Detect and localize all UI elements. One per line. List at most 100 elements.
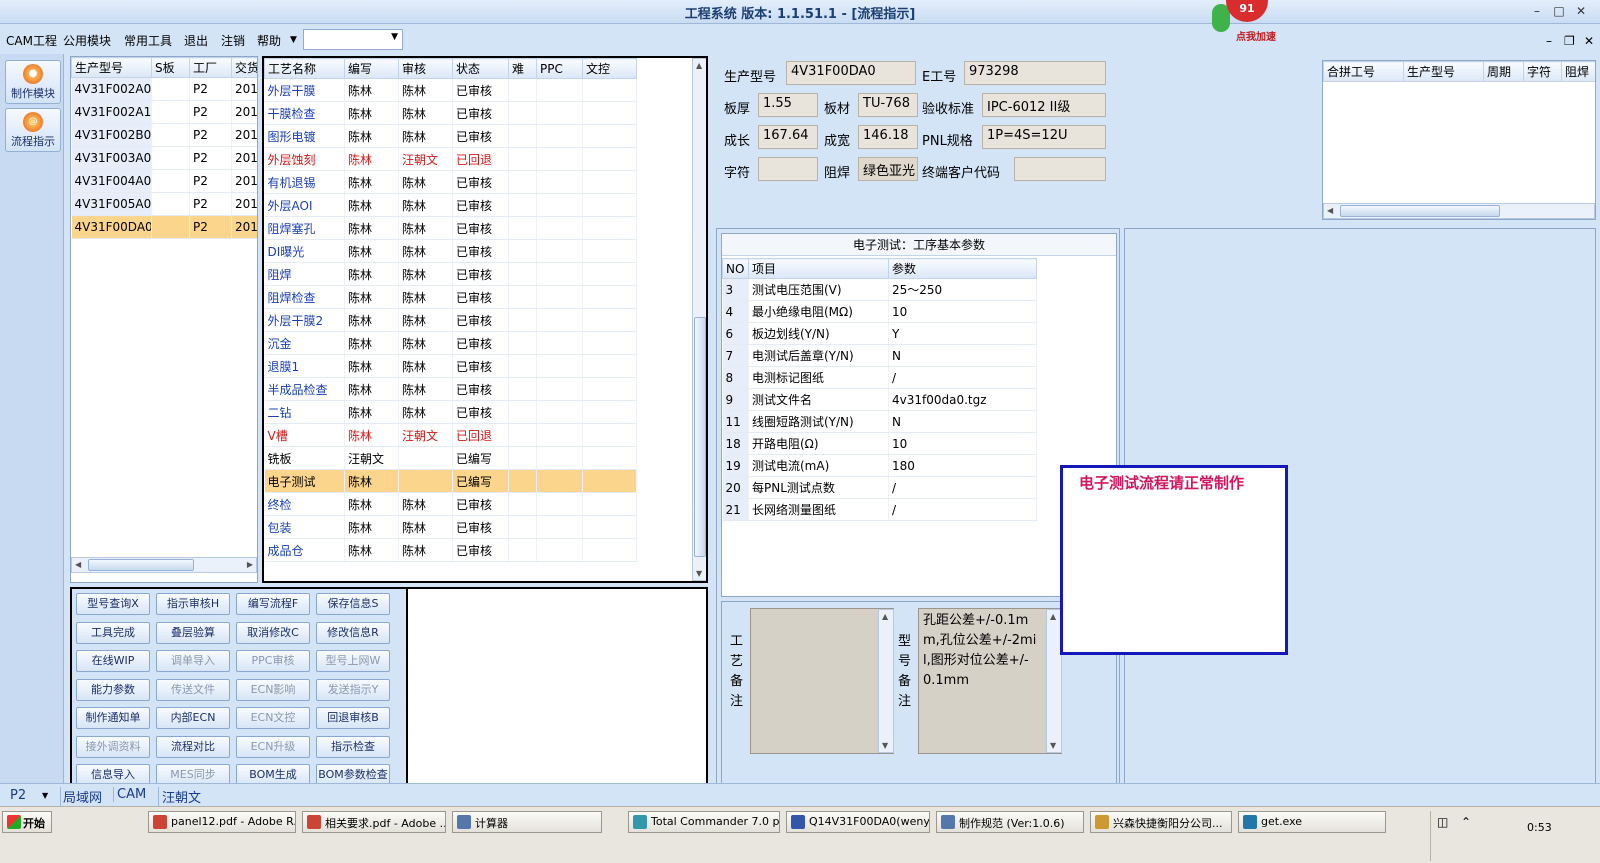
table-row[interactable]: 4V31F002B0 P2 201 xyxy=(71,123,257,147)
action-button[interactable]: ECN文控 xyxy=(236,707,310,729)
customer-field[interactable] xyxy=(1014,157,1106,181)
material-field[interactable]: TU-768 xyxy=(858,93,918,117)
action-button[interactable]: 修改信息R xyxy=(316,621,390,644)
scroll-left-icon[interactable]: ◀ xyxy=(1327,206,1333,215)
combined-hscroll[interactable]: ◀ xyxy=(1323,203,1595,219)
table-row[interactable]: 电子测试 陈林 已编写 xyxy=(264,469,637,493)
table-row[interactable]: 半成品检查 陈林 陈林 已审核 xyxy=(264,377,637,401)
col-delivery[interactable]: 交货 xyxy=(231,57,257,78)
minimize-icon[interactable]: – xyxy=(1528,3,1546,19)
table-row[interactable]: 21 长网络测量图纸 / xyxy=(722,498,1037,521)
taskbar-item[interactable]: 兴森快捷衡阳分公司... xyxy=(1090,811,1232,833)
thickness-field[interactable]: 1.55 xyxy=(758,93,818,117)
taskbar-item[interactable]: 相关要求.pdf - Adobe ... xyxy=(302,811,446,833)
scroll-down-icon[interactable]: ▼ xyxy=(882,741,888,750)
col-difficulty[interactable]: 难 xyxy=(508,58,537,79)
menu-common-modules[interactable]: 公用模块 xyxy=(63,32,111,49)
action-button[interactable]: 指示审核H xyxy=(156,593,230,615)
col-writer[interactable]: 编写 xyxy=(344,58,399,79)
table-row[interactable]: DI曝光 陈林 陈林 已审核 xyxy=(264,239,637,263)
action-button[interactable]: 在线WIP xyxy=(76,650,150,672)
factory-select[interactable]: P2 ▼ xyxy=(4,786,52,806)
action-button[interactable]: 传送文件 xyxy=(156,678,230,701)
process-note-field[interactable] xyxy=(750,608,894,754)
scroll-up-icon[interactable]: ▲ xyxy=(1050,612,1056,621)
mdi-minimize-icon[interactable]: – xyxy=(1546,34,1552,48)
table-row[interactable]: 4V31F002A0 P2 201 xyxy=(71,77,257,101)
table-row[interactable]: 11 线圈短路测试(Y/N) N xyxy=(722,410,1037,433)
action-button[interactable]: 叠层验算 xyxy=(156,621,230,644)
taskbar-item[interactable]: 制作规范 (Ver:1.0.6) xyxy=(936,811,1084,833)
table-row[interactable]: 二钻 陈林 陈林 已审核 xyxy=(264,400,637,424)
table-row[interactable]: 铣板 汪朝文 已编写 xyxy=(264,446,637,470)
table-row[interactable]: 沉金 陈林 陈林 已审核 xyxy=(264,331,637,355)
scroll-up-icon[interactable]: ▲ xyxy=(696,61,702,70)
action-button[interactable]: 能力参数 xyxy=(76,678,150,701)
table-row[interactable]: 4V31F004A0 P2 201 xyxy=(71,169,257,193)
close-icon[interactable]: ✕ xyxy=(1572,3,1590,19)
action-button[interactable]: 型号查询X xyxy=(76,593,150,615)
table-row[interactable]: 终检 陈林 陈林 已审核 xyxy=(264,492,637,516)
col-doc-control[interactable]: 文控 xyxy=(582,58,637,79)
col-item[interactable]: 项目 xyxy=(748,258,889,279)
char-field[interactable] xyxy=(758,157,818,181)
table-row[interactable]: 成品仓 陈林 陈林 已审核 xyxy=(264,538,637,562)
table-row[interactable]: 4 最小绝缘电阻(MΩ) 10 xyxy=(722,300,1037,323)
action-button[interactable]: 取消修改C xyxy=(236,621,310,644)
eno-field[interactable]: 973298 xyxy=(964,61,1106,85)
taskbar-item[interactable]: Q14V31F00DA0(wenyh... xyxy=(786,811,930,833)
maximize-icon[interactable]: □ xyxy=(1550,3,1568,19)
table-row[interactable]: 外层干膜2 陈林 陈林 已审核 xyxy=(264,308,637,332)
table-row[interactable]: 7 电测试后盖章(Y/N) N xyxy=(722,344,1037,367)
process-list-vscroll[interactable]: ▲ ▼ xyxy=(692,58,706,581)
sidebar-item-flow-guide[interactable]: ◎ 流程指示 xyxy=(5,108,61,152)
table-row[interactable]: 图形电镀 陈林 陈林 已审核 xyxy=(264,124,637,148)
col-s-board[interactable]: S板 xyxy=(151,57,190,78)
action-button[interactable]: 编写流程F xyxy=(236,593,310,615)
table-row[interactable]: 阻焊检查 陈林 陈林 已审核 xyxy=(264,285,637,309)
taskbar-item[interactable]: 计算器 xyxy=(452,811,602,833)
table-row[interactable]: 6 板边划线(Y/N) Y xyxy=(722,322,1037,345)
table-row[interactable]: 阻焊塞孔 陈林 陈林 已审核 xyxy=(264,216,637,240)
model-list-hscroll[interactable]: ◀ ▶ xyxy=(71,557,257,573)
table-row[interactable]: 包装 陈林 陈林 已审核 xyxy=(264,515,637,539)
col-combined-job[interactable]: 合拼工号 xyxy=(1323,61,1404,82)
action-button[interactable]: 工具完成 xyxy=(76,621,150,644)
mask-field[interactable]: 绿色亚光 xyxy=(858,157,918,181)
col-no[interactable]: NO xyxy=(722,258,749,279)
scroll-down-icon[interactable]: ▼ xyxy=(696,569,702,578)
col-status[interactable]: 状态 xyxy=(452,58,509,79)
action-button[interactable]: 调单导入 xyxy=(156,650,230,672)
col-model[interactable]: 生产型号 xyxy=(71,57,152,78)
col-period[interactable]: 周期 xyxy=(1483,61,1524,82)
mdi-restore-icon[interactable]: ❐ xyxy=(1564,34,1575,48)
action-button[interactable]: ECN升级 xyxy=(236,735,310,758)
tray-icon[interactable]: ◫ xyxy=(1437,815,1448,829)
table-row[interactable]: 8 电测标记图纸 / xyxy=(722,366,1037,389)
table-row[interactable]: 退膜1 陈林 陈林 已审核 xyxy=(264,354,637,378)
sidebar-item-make-module[interactable]: ● 制作模块 xyxy=(5,60,61,104)
menu-cam[interactable]: CAM工程 xyxy=(6,32,57,49)
mdi-close-icon[interactable]: ✕ xyxy=(1584,34,1594,48)
width-field[interactable]: 146.18 xyxy=(858,125,918,149)
model-field[interactable]: 4V31F00DA0 xyxy=(786,61,916,85)
process-note-vscroll[interactable]: ▲ ▼ xyxy=(878,609,894,753)
action-button[interactable]: 保存信息S xyxy=(316,593,390,615)
taskbar-item[interactable]: panel12.pdf - Adobe R... xyxy=(148,811,296,833)
table-row[interactable]: 3 测试电压范围(V) 25～250 xyxy=(722,278,1037,301)
table-row[interactable]: 19 测试电流(mA) 180 xyxy=(722,454,1037,477)
col-combined-model[interactable]: 生产型号 xyxy=(1403,61,1484,82)
action-button[interactable]: 指示检查 xyxy=(316,735,390,758)
table-row[interactable]: 9 测试文件名 4v31f00da0.tgz xyxy=(722,388,1037,411)
table-row[interactable]: 阻焊 陈林 陈林 已审核 xyxy=(264,262,637,286)
toolbar-select[interactable]: ▼ xyxy=(303,29,403,50)
scroll-right-icon[interactable]: ▶ xyxy=(247,560,253,569)
col-param[interactable]: 参数 xyxy=(888,258,1037,279)
table-row[interactable]: 干膜检查 陈林 陈林 已审核 xyxy=(264,101,637,125)
menu-tools[interactable]: 常用工具 xyxy=(124,32,172,49)
menu-logout[interactable]: 注销 xyxy=(221,32,245,49)
tray-expand-icon[interactable]: ⌃ xyxy=(1461,815,1471,829)
table-row[interactable]: 外层干膜 陈林 陈林 已审核 xyxy=(264,78,637,102)
scroll-thumb[interactable] xyxy=(88,559,194,571)
action-button[interactable]: ECN影响 xyxy=(236,678,310,701)
